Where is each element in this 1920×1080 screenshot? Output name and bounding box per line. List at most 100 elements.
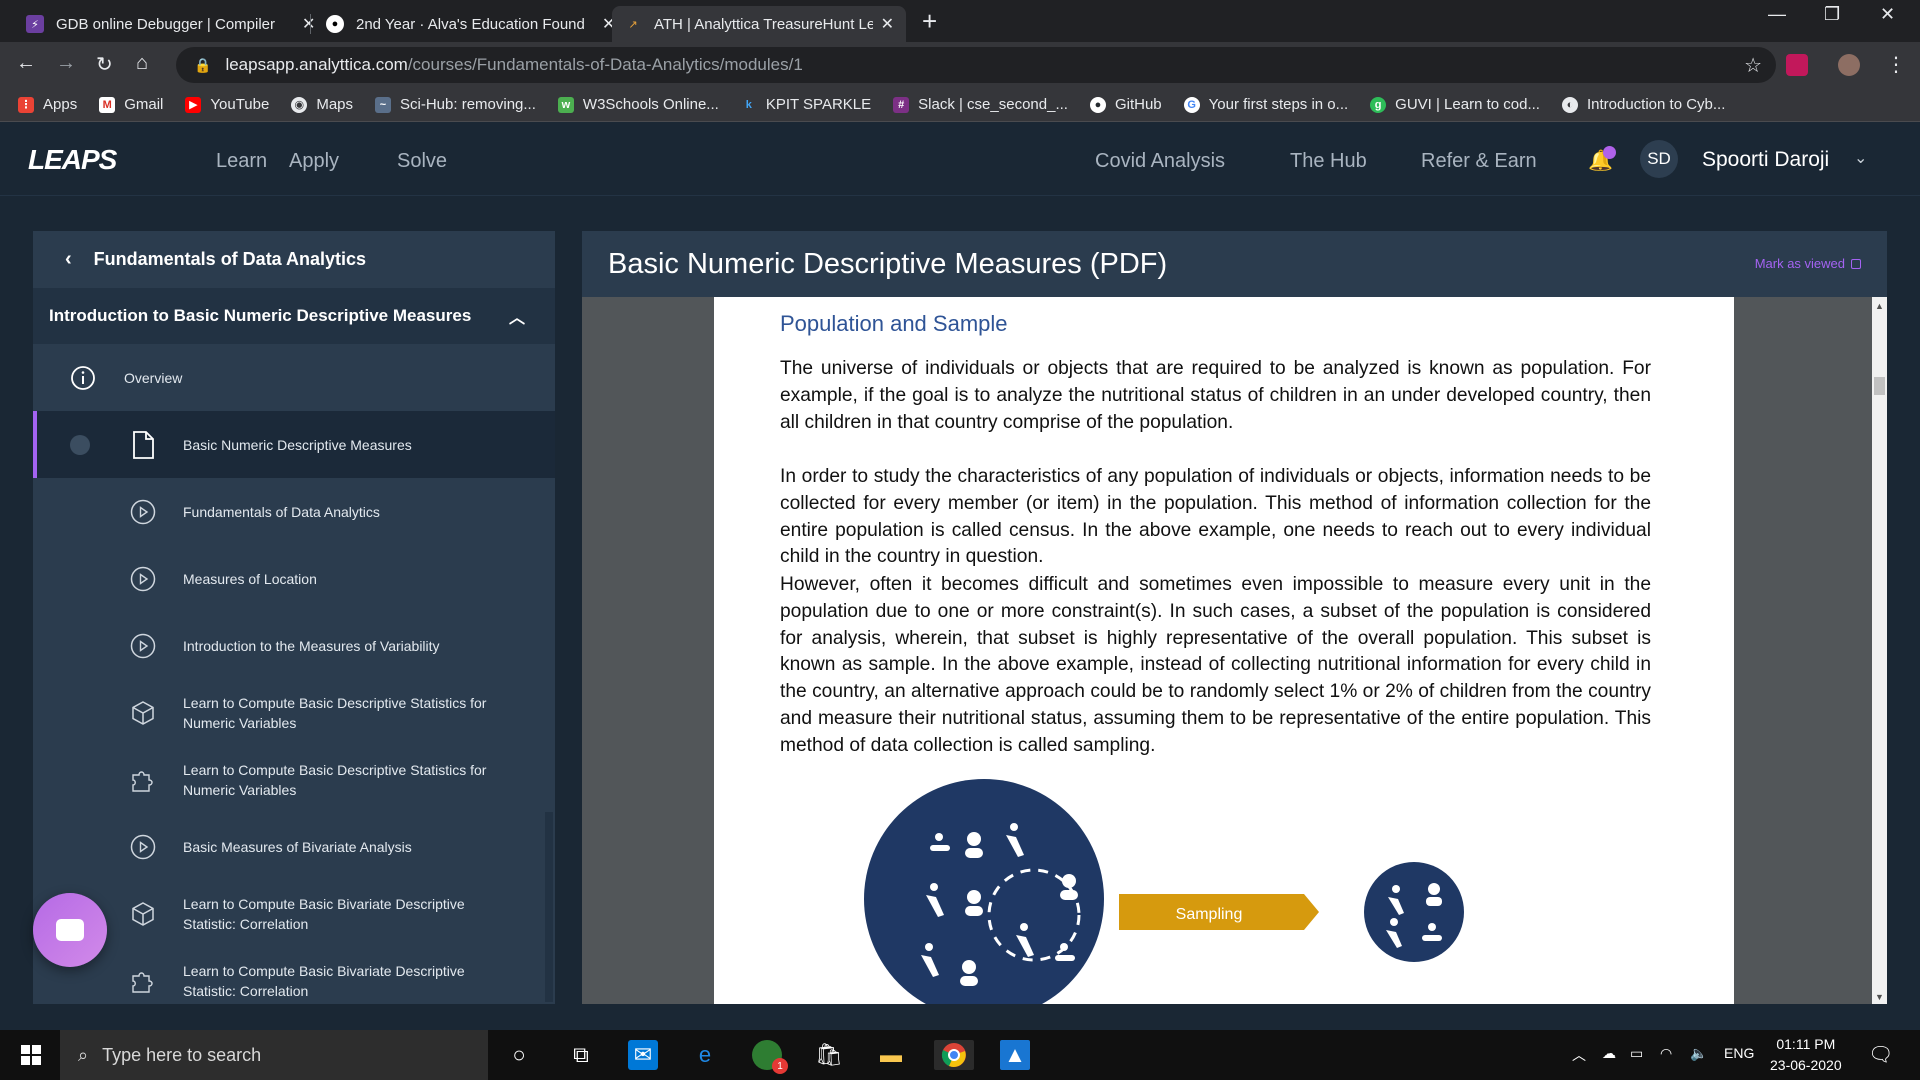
profile-avatar-icon[interactable] [1838, 54, 1860, 76]
nav-solve[interactable]: Solve [397, 150, 447, 173]
browser-tab-alvas[interactable]: ● 2nd Year · Alva's Education Found ✕ [314, 6, 627, 42]
battery-icon[interactable]: ▭ [1630, 1045, 1643, 1062]
pdf-heading: Population and Sample [780, 311, 1008, 336]
sidebar-item-basic-numeric[interactable]: Basic Numeric Descriptive Measures [33, 411, 555, 478]
reload-icon[interactable]: ↻ [96, 52, 113, 77]
scroll-down-icon[interactable]: ▼ [1875, 992, 1884, 1002]
mail-icon[interactable]: ✉ [628, 1040, 658, 1070]
onedrive-icon[interactable]: ☁ [1602, 1045, 1616, 1062]
chevron-left-icon[interactable]: ‹ [65, 248, 72, 271]
restore-icon[interactable]: ❐ [1824, 4, 1840, 25]
nav-refer-earn[interactable]: Refer & Earn [1421, 150, 1537, 173]
puzzle-icon [130, 767, 156, 793]
globe-icon: ◐ [1561, 96, 1578, 113]
scrollbar-thumb[interactable] [1874, 377, 1885, 395]
sidebar-item-correlation-1[interactable]: Learn to Compute Basic Bivariate Descrip… [33, 880, 555, 947]
puzzle-icon [130, 968, 156, 994]
google-icon: G [1183, 96, 1200, 113]
menu-kebab-icon[interactable]: ⋮ [1886, 52, 1906, 77]
sidebar-item-overview[interactable]: Overview [33, 344, 555, 411]
bookmark-apps[interactable]: ⋮ Apps [18, 96, 77, 113]
volume-icon[interactable]: 🔈 [1690, 1045, 1707, 1062]
browser-toolbar: ← → ↻ ⌂ 🔒 leapsapp.analyttica.com/course… [0, 42, 1920, 88]
user-avatar[interactable]: SD [1640, 140, 1678, 178]
back-arrow-icon[interactable]: ← [16, 52, 36, 75]
content-panel: Basic Numeric Descriptive Measures (PDF)… [582, 231, 1887, 1004]
address-bar[interactable]: 🔒 leapsapp.analyttica.com/courses/Fundam… [176, 47, 1776, 83]
pocket-extension-icon[interactable] [1786, 54, 1808, 76]
bookmark-gmail[interactable]: M Gmail [99, 96, 163, 113]
new-tab-button[interactable]: + [922, 6, 937, 37]
taskbar-search-input[interactable]: ⌕ Type here to search [60, 1030, 488, 1080]
edge-icon[interactable]: e [690, 1040, 720, 1070]
photos-icon[interactable]: ▲ [1000, 1040, 1030, 1070]
tab-title: ATH | Analyttica TreasureHunt Le [654, 15, 873, 33]
chevron-up-icon[interactable]: ︿ [509, 304, 525, 328]
sampling-label: Sampling [1176, 906, 1243, 923]
tab-title: 2nd Year · Alva's Education Found [356, 15, 585, 33]
browser-tab-ath[interactable]: ↗ ATH | Analyttica TreasureHunt Le ✕ [612, 6, 906, 42]
nav-apply[interactable]: Apply [289, 150, 339, 173]
bookmark-maps[interactable]: ◉ Maps [291, 96, 353, 113]
sidebar-item-bivariate[interactable]: Basic Measures of Bivariate Analysis [33, 813, 555, 880]
course-header: ‹ Fundamentals of Data Analytics [33, 231, 555, 288]
user-name[interactable]: Spoorti Daroji [1702, 148, 1829, 172]
bookmark-github[interactable]: ● GitHub [1089, 96, 1162, 113]
file-explorer-icon[interactable]: ▬ [876, 1040, 906, 1070]
tab-title: GDB online Debugger | Compiler [56, 15, 276, 33]
wifi-icon[interactable]: ◠ [1660, 1045, 1672, 1062]
nav-covid-analysis[interactable]: Covid Analysis [1095, 150, 1225, 173]
sidebar-scrollbar[interactable] [545, 812, 553, 1002]
cortana-icon[interactable]: ○ [504, 1040, 534, 1070]
scroll-up-icon[interactable]: ▲ [1875, 301, 1884, 311]
close-tab-icon[interactable]: ✕ [881, 14, 894, 34]
bookmark-youtube[interactable]: ▶ YouTube [185, 96, 269, 113]
pdf-scrollbar[interactable]: ▲ ▼ [1872, 297, 1887, 1004]
whatsapp-icon[interactable]: 1 [752, 1040, 788, 1074]
nav-learn[interactable]: Learn [216, 150, 267, 173]
bookmark-google[interactable]: G Your first steps in o... [1183, 96, 1348, 113]
slack-icon: # [893, 96, 910, 113]
language-indicator[interactable]: ENG [1724, 1045, 1754, 1061]
nav-the-hub[interactable]: The Hub [1290, 150, 1367, 173]
chat-launcher-button[interactable] [33, 893, 107, 967]
bookmark-star-icon[interactable]: ☆ [1744, 53, 1762, 78]
task-view-icon[interactable]: ⧉ [566, 1040, 596, 1070]
bookmark-slack[interactable]: # Slack | cse_second_... [893, 96, 1068, 113]
bookmark-scihub[interactable]: ~ Sci-Hub: removing... [375, 96, 536, 113]
sidebar-item-label: Basic Numeric Descriptive Measures [183, 436, 412, 453]
sidebar-item-correlation-2[interactable]: Learn to Compute Basic Bivariate Descrip… [33, 947, 555, 1004]
browser-tab-gdb[interactable]: ⚡ GDB online Debugger | Compiler ✕ [14, 6, 327, 42]
github-icon: ● [1089, 96, 1106, 113]
bookmark-w3schools[interactable]: w W3Schools Online... [557, 96, 719, 113]
bookmark-kpit[interactable]: k KPIT SPARKLE [741, 96, 871, 113]
chrome-icon[interactable] [934, 1040, 974, 1070]
windows-taskbar: ⌕ Type here to search ○ ⧉ ✉ e 1 🛍 ▬ ▲ ︿ … [0, 1030, 1920, 1080]
sidebar-item-fundamentals[interactable]: Fundamentals of Data Analytics [33, 478, 555, 545]
module-header[interactable]: Introduction to Basic Numeric Descriptiv… [33, 288, 555, 344]
sidebar-item-label: Basic Measures of Bivariate Analysis [183, 838, 412, 855]
action-center-icon[interactable]: 🗨 [1868, 1042, 1893, 1067]
leaps-logo[interactable]: LEAPS [28, 144, 117, 176]
bookmark-cyber[interactable]: ◐ Introduction to Cyb... [1561, 96, 1725, 113]
close-window-icon[interactable]: ✕ [1880, 4, 1895, 25]
pdf-paragraph: However, often it becomes difficult and … [780, 574, 1651, 756]
forward-arrow-icon[interactable]: → [56, 52, 76, 75]
notification-badge [1603, 146, 1616, 159]
store-icon[interactable]: 🛍 [814, 1040, 844, 1070]
windows-start-icon[interactable] [16, 1040, 46, 1070]
sidebar-item-label: Measures of Location [183, 570, 317, 587]
show-hidden-icons-icon[interactable]: ︿ [1572, 1045, 1586, 1065]
clock-time: 01:11 PM [1776, 1036, 1836, 1052]
checkbox-icon[interactable] [1851, 258, 1861, 269]
sidebar-item-location[interactable]: Measures of Location [33, 545, 555, 612]
clock[interactable]: 01:11 PM 23-06-2020 [1770, 1034, 1842, 1076]
sidebar-item-compute-stats-1[interactable]: Learn to Compute Basic Descriptive Stati… [33, 679, 555, 746]
minimize-icon[interactable]: — [1768, 4, 1786, 25]
chevron-down-icon[interactable]: ⌄ [1854, 148, 1867, 168]
sidebar-item-variability[interactable]: Introduction to the Measures of Variabil… [33, 612, 555, 679]
bookmark-guvi[interactable]: g GUVI | Learn to cod... [1370, 96, 1540, 113]
sidebar-item-compute-stats-2[interactable]: Learn to Compute Basic Descriptive Stati… [33, 746, 555, 813]
home-icon[interactable]: ⌂ [136, 52, 148, 75]
mark-as-viewed-button[interactable]: Mark as viewed [1755, 256, 1861, 271]
